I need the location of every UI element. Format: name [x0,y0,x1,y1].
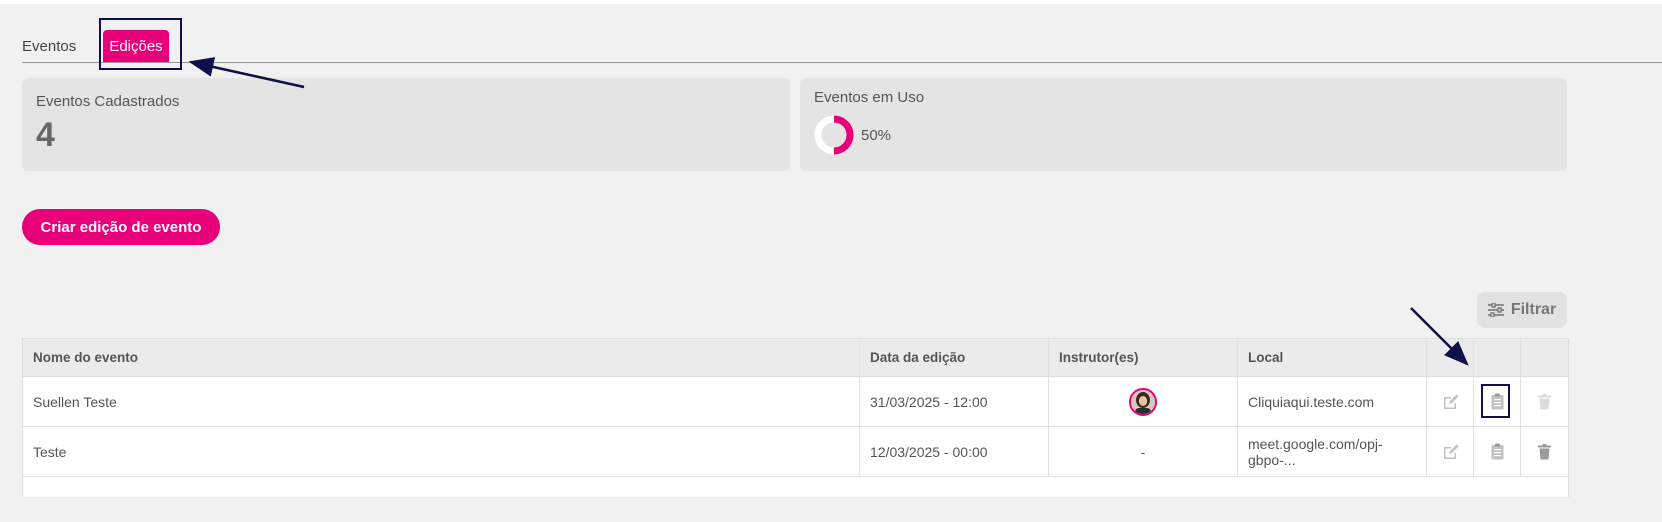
arrow-to-clipboard [1410,307,1469,366]
annotation-arrows [188,57,1469,366]
arrow-to-tab [188,57,305,89]
